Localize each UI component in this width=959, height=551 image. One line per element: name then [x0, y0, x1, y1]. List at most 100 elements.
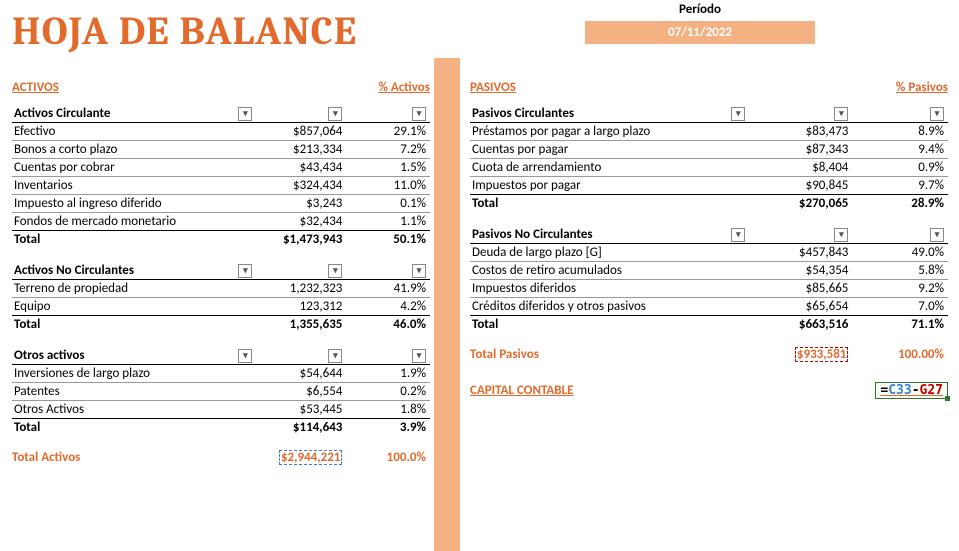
- total-pct: 71.1%: [852, 316, 948, 334]
- table-row: Costos de retiro acumulados$54,3545.8%: [470, 262, 948, 280]
- section-total-row: Total1,355,63546.0%: [12, 316, 430, 334]
- table-row: Impuesto al ingreso diferido$3,2430.1%: [12, 195, 430, 213]
- row-value: 1,232,323: [254, 280, 346, 298]
- section-table: Activos No Circulantes Terreno de propied…: [12, 262, 430, 333]
- row-name: Cuota de arrendamiento: [470, 159, 747, 177]
- row-value: $857,064: [254, 123, 346, 141]
- row-value: $90,845: [747, 177, 852, 195]
- row-value: $83,473: [747, 123, 852, 141]
- filter-dropdown-icon[interactable]: [238, 107, 252, 121]
- table-row: Impuestos por pagar$90,8459.7%: [470, 177, 948, 195]
- row-name: Impuestos diferidos: [470, 280, 747, 298]
- total-pasivos-value: $933,581: [747, 347, 852, 362]
- row-name: Créditos diferidos y otros pasivos: [470, 298, 747, 316]
- row-name: Costos de retiro acumulados: [470, 262, 747, 280]
- capital-formula-cell[interactable]: =C33-G27: [875, 382, 948, 399]
- row-name: Bonos a corto plazo: [12, 141, 254, 159]
- row-name: Préstamos por pagar a largo plazo: [470, 123, 747, 141]
- row-pct: 1.9%: [346, 365, 430, 383]
- table-row: Deuda de largo plazo [G]$457,84349.0%: [470, 244, 948, 262]
- row-name: Cuentas por cobrar: [12, 159, 254, 177]
- pasivos-column: PASIVOS % Pasivos Pasivos CirculantesPré…: [470, 80, 948, 399]
- total-pct: 3.9%: [346, 419, 430, 437]
- row-name: Inversiones de largo plazo: [12, 365, 254, 383]
- section-table: Otros activosInversiones de largo plazo$…: [12, 347, 430, 436]
- section-table: Activos Circulante Efectivo$857,06429.1%B…: [12, 105, 430, 248]
- filter-dropdown-icon[interactable]: [930, 107, 944, 121]
- row-pct: 4.2%: [346, 298, 430, 316]
- period-block: Período 07/11/2022: [460, 0, 940, 44]
- table-row: Inversiones de largo plazo$54,6441.9%: [12, 365, 430, 383]
- filter-dropdown-icon[interactable]: [238, 349, 252, 363]
- total-pct: 46.0%: [346, 316, 430, 334]
- filter-dropdown-icon[interactable]: [328, 349, 342, 363]
- section-total-row: Total$1,473,94350.1%: [12, 231, 430, 249]
- total-value: $1,473,943: [254, 231, 346, 249]
- total-pasivos-pct: 100.00%: [852, 347, 948, 362]
- row-pct: 9.4%: [852, 141, 948, 159]
- row-pct: 11.0%: [346, 177, 430, 195]
- row-name: Fondos de mercado monetario: [12, 213, 254, 231]
- filter-dropdown-icon[interactable]: [412, 107, 426, 121]
- table-row: Efectivo$857,06429.1%: [12, 123, 430, 141]
- row-value: $54,354: [747, 262, 852, 280]
- row-value: $87,343: [747, 141, 852, 159]
- table-row: Equipo123,3124.2%: [12, 298, 430, 316]
- row-value: 123,312: [254, 298, 346, 316]
- row-name: Efectivo: [12, 123, 254, 141]
- row-pct: 1.5%: [346, 159, 430, 177]
- row-value: $3,243: [254, 195, 346, 213]
- section-title: Activos No Circulantes: [14, 263, 134, 278]
- row-value: $32,434: [254, 213, 346, 231]
- row-pct: 0.1%: [346, 195, 430, 213]
- row-value: $324,434: [254, 177, 346, 195]
- total-value: $663,516: [747, 316, 852, 334]
- section-header-row: Activos No Circulantes: [12, 262, 430, 280]
- capital-contable-label: CAPITAL CONTABLE: [470, 383, 573, 398]
- row-pct: 41.9%: [346, 280, 430, 298]
- row-pct: 1.1%: [346, 213, 430, 231]
- filter-dropdown-icon[interactable]: [328, 264, 342, 278]
- total-label: Total: [12, 419, 254, 437]
- section-total-row: Total$114,6433.9%: [12, 419, 430, 437]
- filter-dropdown-icon[interactable]: [834, 228, 848, 242]
- table-row: Impuestos diferidos$85,6659.2%: [470, 280, 948, 298]
- row-pct: 1.8%: [346, 401, 430, 419]
- total-label: Total: [12, 231, 254, 249]
- row-pct: 9.2%: [852, 280, 948, 298]
- filter-dropdown-icon[interactable]: [238, 264, 252, 278]
- pasivos-header: PASIVOS % Pasivos: [470, 80, 948, 99]
- filter-dropdown-icon[interactable]: [328, 107, 342, 121]
- total-value: $270,065: [747, 195, 852, 213]
- row-value: $213,334: [254, 141, 346, 159]
- total-activos-row: Total Activos $2,944,221 100.0%: [12, 450, 430, 465]
- filter-dropdown-icon[interactable]: [834, 107, 848, 121]
- filter-dropdown-icon[interactable]: [930, 228, 944, 242]
- section-title: Activos Circulante: [14, 106, 110, 121]
- activos-column: ACTIVOS % Activos Activos CirculanteEfec…: [12, 80, 430, 465]
- row-pct: 49.0%: [852, 244, 948, 262]
- pasivos-label: PASIVOS: [470, 80, 516, 95]
- row-name: Deuda de largo plazo [G]: [470, 244, 747, 262]
- row-name: Terreno de propiedad: [12, 280, 254, 298]
- period-date: 07/11/2022: [585, 21, 815, 44]
- filter-dropdown-icon[interactable]: [412, 349, 426, 363]
- row-value: $43,434: [254, 159, 346, 177]
- capital-contable-row: CAPITAL CONTABLE =C33-G27: [470, 382, 948, 399]
- row-pct: 0.2%: [346, 383, 430, 401]
- section-total-row: Total$270,06528.9%: [470, 195, 948, 213]
- filter-dropdown-icon[interactable]: [731, 228, 745, 242]
- table-row: Cuota de arrendamiento$8,4040.9%: [470, 159, 948, 177]
- total-label: Total: [12, 316, 254, 334]
- pct-activos-label: % Activos: [378, 80, 430, 95]
- row-value: $6,554: [254, 383, 346, 401]
- total-pct: 50.1%: [346, 231, 430, 249]
- section-header-row: Activos Circulante: [12, 105, 430, 123]
- period-label: Período: [460, 0, 940, 21]
- filter-dropdown-icon[interactable]: [412, 264, 426, 278]
- total-pct: 28.9%: [852, 195, 948, 213]
- table-row: Fondos de mercado monetario$32,4341.1%: [12, 213, 430, 231]
- row-pct: 5.8%: [852, 262, 948, 280]
- total-pasivos-row: Total Pasivos $933,581 100.00%: [470, 347, 948, 362]
- filter-dropdown-icon[interactable]: [731, 107, 745, 121]
